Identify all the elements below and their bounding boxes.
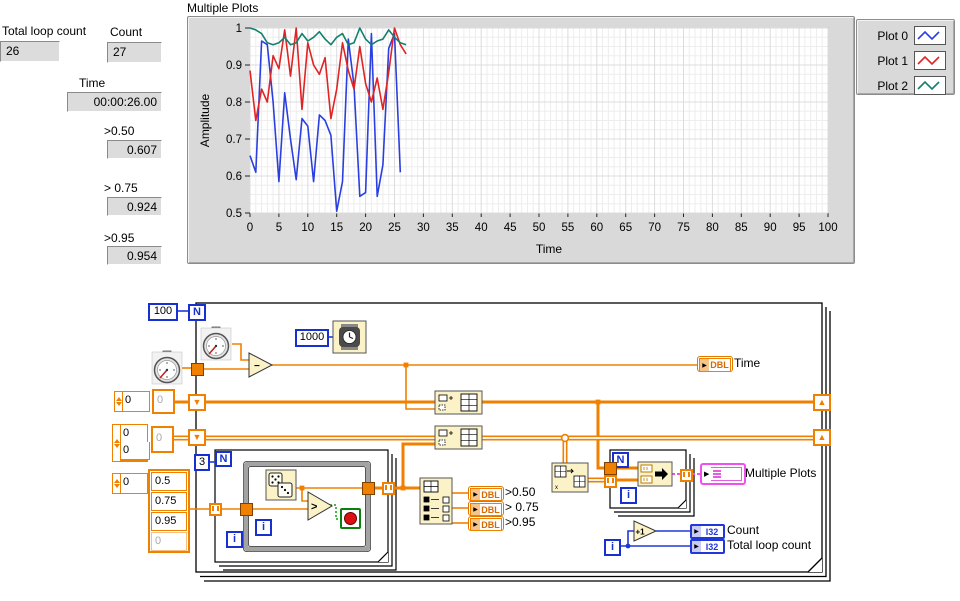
gt095-terminal[interactable]: ▶ DBL: [468, 516, 504, 531]
tunnel-times-in[interactable]: [604, 462, 617, 475]
svg-text:+1: +1: [636, 528, 646, 537]
tunnel-cluster-out[interactable]: [680, 469, 693, 482]
total-loop-count-terminal[interactable]: ▶ I32: [690, 539, 725, 554]
total-loop-count-terminal-label: Total loop count: [727, 538, 812, 552]
sr2-init-index-b[interactable]: 0: [120, 442, 150, 460]
multiple-plots-terminal[interactable]: ▶: [700, 463, 746, 485]
sr1-init-index[interactable]: 0: [114, 391, 150, 412]
tunnel-tick-count[interactable]: [191, 363, 204, 376]
output-arrow-icon: ▶: [692, 541, 701, 552]
wait-ms-constant[interactable]: 1000: [295, 329, 329, 347]
output-arrow-icon: ▶: [700, 359, 709, 371]
count-terminal[interactable]: ▶ I32: [690, 524, 725, 539]
time-terminal[interactable]: ▶ DBL: [697, 356, 733, 372]
tunnel-array-out[interactable]: [382, 482, 395, 495]
gt075-terminal[interactable]: ▶ DBL: [468, 501, 504, 516]
loop-condition-terminal[interactable]: [340, 508, 361, 529]
threshold-2[interactable]: 0.95: [151, 512, 187, 531]
threshold-array-constant[interactable]: 0.5 0.75 0.95 0: [148, 469, 190, 553]
shift-register-left-1[interactable]: ▼: [188, 394, 206, 411]
count-terminal-label: Count: [727, 523, 760, 537]
gt075-terminal-label: > 0.75: [505, 500, 539, 514]
output-arrow-icon: ▶: [704, 471, 710, 478]
threshold-array-index[interactable]: 0: [112, 473, 148, 494]
bundle-node[interactable]: [637, 461, 673, 487]
index-array-node[interactable]: [419, 477, 453, 525]
sr1-init-element[interactable]: 0: [152, 389, 175, 414]
svg-text:x: x: [555, 485, 558, 491]
build-array-node[interactable]: [434, 425, 483, 450]
labview-window: Total loop count 26 Count 27 Time 00:00:…: [0, 0, 960, 601]
while-i-terminal[interactable]: i: [255, 519, 272, 536]
threshold-empty[interactable]: 0: [151, 532, 187, 551]
tunnel-threshold-in[interactable]: [209, 503, 222, 516]
gt050-terminal[interactable]: ▶ DBL: [468, 486, 504, 501]
inner-n-constant[interactable]: 3: [194, 454, 210, 471]
subtract-node[interactable]: −: [248, 352, 274, 378]
output-arrow-icon: ▶: [471, 519, 480, 530]
outer-i-terminal[interactable]: i: [604, 539, 621, 556]
wire-boolean[interactable]: [330, 504, 340, 520]
increment-node[interactable]: +1: [633, 520, 658, 542]
inner-n-terminal[interactable]: N: [215, 451, 232, 467]
gt095-terminal-label: >0.95: [505, 515, 536, 529]
threshold-0[interactable]: 0.5: [151, 472, 187, 491]
tunnel-random-out[interactable]: [362, 482, 375, 495]
multiple-plots-terminal-label: Multiple Plots: [745, 466, 817, 480]
shift-register-right-1[interactable]: ▲: [813, 394, 831, 411]
dice-node[interactable]: [265, 469, 297, 501]
outer-n-terminal[interactable]: N: [188, 304, 206, 321]
wait-ms-node[interactable]: [332, 320, 367, 354]
tunnel-while-threshold[interactable]: [240, 503, 253, 516]
shift-register-right-2[interactable]: ▲: [813, 429, 831, 446]
threshold-1[interactable]: 0.75: [151, 492, 187, 511]
spinner-arrows-icon[interactable]: [115, 392, 123, 411]
tunnel-rows-in[interactable]: [604, 475, 617, 488]
stopwatch-icon[interactable]: [151, 350, 183, 385]
stopwatch-icon[interactable]: [200, 326, 232, 361]
svg-text:−: −: [254, 361, 260, 372]
shift-register-left-2[interactable]: ▼: [188, 429, 206, 446]
gt050-terminal-label: >0.50: [505, 485, 536, 499]
stop-icon: [344, 512, 357, 525]
greater-than-node[interactable]: >: [307, 491, 333, 521]
transpose-array-node[interactable]: x: [551, 462, 589, 493]
output-arrow-icon: ▶: [471, 504, 480, 515]
build-array-node[interactable]: [434, 390, 483, 415]
plot-i-terminal[interactable]: i: [620, 487, 637, 504]
sr2-init-element[interactable]: 0: [151, 426, 174, 453]
inner-i-terminal[interactable]: i: [226, 531, 243, 548]
spinner-arrows-icon[interactable]: [113, 474, 121, 493]
svg-text:>: >: [311, 501, 317, 513]
output-arrow-icon: ▶: [692, 526, 701, 537]
time-terminal-label: Time: [734, 356, 761, 370]
output-arrow-icon: ▶: [471, 489, 480, 500]
cluster-array-icon: [711, 467, 742, 481]
while-loop[interactable]: [243, 461, 371, 552]
outer-n-constant[interactable]: 100: [148, 303, 178, 321]
